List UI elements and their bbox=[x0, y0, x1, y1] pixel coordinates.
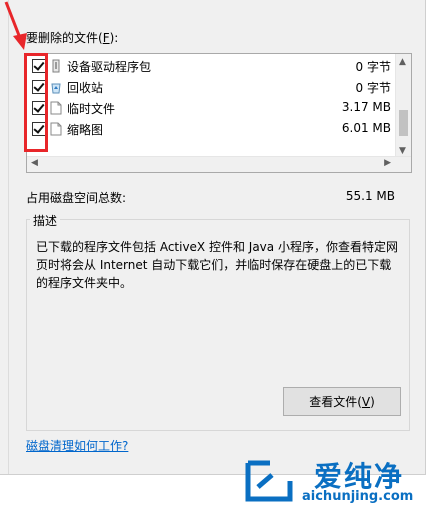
highlight-box bbox=[24, 53, 48, 152]
item-name: 缩略图 bbox=[67, 123, 104, 137]
files-listbox[interactable]: 设备驱动程序包 0 字节 回收站 0 字节 临时文件 3.17 MB 缩略图 6… bbox=[26, 53, 412, 173]
item-name: 设备驱动程序包 bbox=[67, 60, 152, 74]
horizontal-scrollbar[interactable]: ◀ ▶ bbox=[27, 156, 411, 172]
window-border bbox=[8, 0, 9, 474]
description-text: 已下载的程序文件包括 ActiveX 控件和 Java 小程序，你查看特定网页时… bbox=[36, 240, 398, 290]
item-name: 临时文件 bbox=[67, 102, 116, 116]
list-item[interactable]: 临时文件 3.17 MB bbox=[27, 98, 395, 119]
item-size: 0 字节 bbox=[355, 60, 391, 74]
watermark-url: aichunjing.com bbox=[302, 489, 414, 504]
item-size: 0 字节 bbox=[355, 81, 391, 95]
item-name: 回收站 bbox=[67, 81, 104, 95]
chevron-down-icon[interactable]: ▼ bbox=[399, 146, 406, 156]
file-icon bbox=[50, 101, 62, 115]
list-item[interactable]: 设备驱动程序包 0 字节 bbox=[27, 56, 395, 77]
driver-package-icon bbox=[52, 59, 60, 73]
list-item[interactable]: 缩略图 6.01 MB bbox=[27, 119, 395, 140]
red-arrow-icon bbox=[4, 1, 27, 50]
item-size: 3.17 MB bbox=[341, 100, 391, 114]
logo-icon bbox=[245, 460, 293, 502]
description-title: 描述 bbox=[30, 212, 61, 229]
how-it-works-link[interactable]: 磁盘清理如何工作? bbox=[26, 437, 128, 454]
site-watermark: 爱纯净 aichunjing.com bbox=[238, 455, 428, 510]
file-icon bbox=[50, 122, 62, 136]
total-space-label: 占用磁盘空间总数: bbox=[26, 191, 127, 205]
scrollbar-thumb[interactable] bbox=[399, 110, 408, 136]
recycle-bin-icon bbox=[51, 83, 61, 94]
disk-cleanup-dialog: 要删除的文件(F): 设备驱动程序包 0 字节 回收站 0 字节 临时文件 3.… bbox=[0, 0, 426, 475]
total-space-value: 55.1 MB bbox=[345, 189, 395, 203]
item-size: 6.01 MB bbox=[341, 121, 391, 135]
list-item[interactable]: 回收站 0 字节 bbox=[27, 77, 395, 98]
chevron-left-icon[interactable]: ◀ bbox=[31, 158, 38, 168]
chevron-up-icon[interactable]: ▲ bbox=[399, 57, 406, 67]
view-files-button[interactable]: 查看文件(V) bbox=[283, 387, 401, 416]
vertical-scrollbar[interactable]: ▲ ▼ bbox=[395, 54, 411, 157]
chevron-right-icon[interactable]: ▶ bbox=[384, 158, 391, 168]
